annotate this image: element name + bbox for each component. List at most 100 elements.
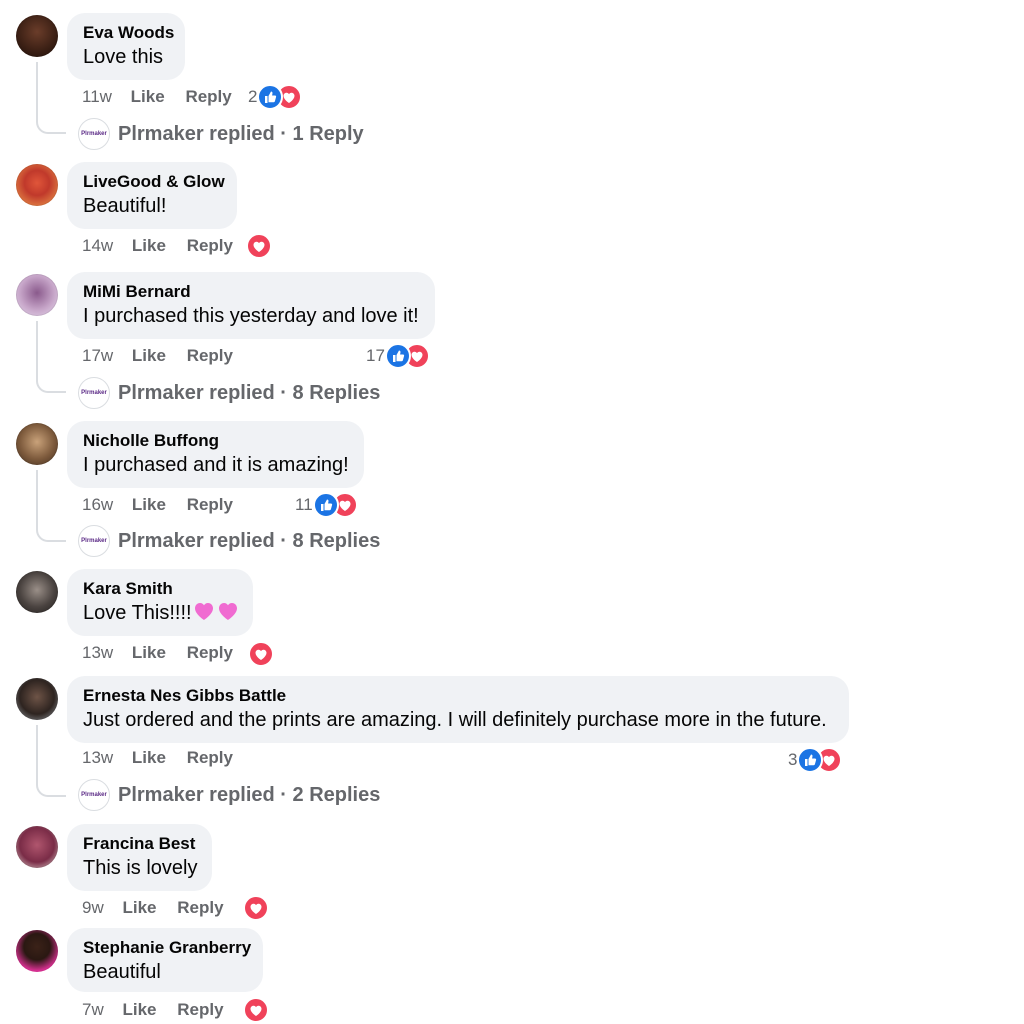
heart-icon	[243, 895, 269, 921]
commenter-name[interactable]: Stephanie Granberry	[83, 937, 251, 959]
commenter-name[interactable]: Eva Woods	[83, 22, 174, 44]
comment-text: Love This!!!!	[83, 602, 192, 624]
replier-avatar: Plrmaker	[78, 377, 110, 409]
comment-actions: 17w Like Reply	[82, 345, 249, 367]
like-button[interactable]: Like	[122, 897, 156, 919]
comment-time[interactable]: 13w	[82, 642, 113, 664]
reaction-count: 3	[788, 750, 798, 769]
reply-button[interactable]: Reply	[187, 345, 233, 367]
commenter-name[interactable]: LiveGood & Glow	[83, 171, 225, 193]
reply-button[interactable]: Reply	[187, 642, 233, 664]
comment-actions: 7w Like Reply	[82, 999, 240, 1021]
comment-actions: 16w Like Reply	[82, 494, 249, 516]
replies-link[interactable]: Plrmaker Plrmaker replied · 8 Replies	[78, 525, 380, 557]
replies-link[interactable]: Plrmaker Plrmaker replied · 2 Replies	[78, 779, 380, 811]
commenter-name[interactable]: Nicholle Buffong	[83, 430, 348, 452]
like-button[interactable]: Like	[132, 345, 166, 367]
comment-bubble: Kara Smith Love This!!!!	[67, 569, 253, 636]
avatar[interactable]	[16, 571, 58, 613]
avatar[interactable]	[16, 15, 58, 57]
like-button[interactable]: Like	[131, 86, 165, 108]
avatar[interactable]	[16, 930, 58, 972]
comment-bubble: Stephanie Granberry Beautiful	[67, 928, 263, 992]
reply-button[interactable]: Reply	[187, 235, 233, 257]
thumbs-up-icon	[257, 84, 284, 110]
reaction-summary[interactable]: 2	[248, 84, 303, 110]
avatar[interactable]	[16, 164, 58, 206]
like-button[interactable]: Like	[122, 999, 156, 1021]
reply-button[interactable]: Reply	[185, 86, 231, 108]
reply-button[interactable]: Reply	[177, 897, 223, 919]
avatar[interactable]	[16, 678, 58, 720]
replies-text[interactable]: Plrmaker replied · 8 Replies	[118, 530, 380, 553]
comment-text: This is lovely	[83, 857, 198, 879]
comment-actions: 9w Like Reply	[82, 897, 240, 919]
replies-link[interactable]: Plrmaker Plrmaker replied · 1 Reply	[78, 118, 364, 150]
reaction-summary[interactable]	[246, 233, 272, 259]
comment-time[interactable]: 14w	[82, 235, 113, 257]
comment-actions: 14w Like Reply	[82, 235, 249, 257]
like-button[interactable]: Like	[132, 235, 166, 257]
replier-avatar: Plrmaker	[78, 779, 110, 811]
comment-time[interactable]: 16w	[82, 494, 113, 516]
thumbs-up-icon	[384, 343, 411, 369]
commenter-name[interactable]: Ernesta Nes Gibbs Battle	[83, 685, 833, 707]
comment-time[interactable]: 7w	[82, 999, 104, 1021]
thread-connector	[36, 321, 66, 393]
pink-hearts-emoji	[192, 600, 240, 626]
comment-actions: 11w Like Reply	[82, 86, 248, 108]
replies-text[interactable]: Plrmaker replied · 8 Replies	[118, 382, 380, 405]
thread-connector	[36, 470, 66, 542]
heart-icon	[246, 233, 272, 259]
comment-text: I purchased and it is amazing!	[83, 454, 349, 476]
avatar[interactable]	[16, 826, 58, 868]
thumbs-up-icon	[797, 747, 824, 773]
reaction-count: 17	[366, 346, 385, 365]
reaction-count: 11	[295, 495, 313, 514]
replies-text[interactable]: Plrmaker replied · 2 Replies	[118, 784, 380, 807]
reaction-summary[interactable]: 17	[366, 343, 430, 369]
comment-time[interactable]: 11w	[82, 86, 112, 108]
comment-actions: 13w Like Reply	[82, 747, 249, 769]
reaction-summary[interactable]	[243, 997, 269, 1023]
commenter-name[interactable]: Kara Smith	[83, 578, 237, 600]
comment-text: Love this	[83, 46, 164, 68]
comment-text: I purchased this yesterday and love it!	[83, 305, 419, 327]
replies-link[interactable]: Plrmaker Plrmaker replied · 8 Replies	[78, 377, 380, 409]
commenter-name[interactable]: MiMi Bernard	[83, 281, 419, 303]
reaction-count: 2	[248, 87, 258, 106]
like-button[interactable]: Like	[132, 494, 166, 516]
replier-avatar: Plrmaker	[78, 525, 110, 557]
like-button[interactable]: Like	[132, 642, 166, 664]
comment-bubble: MiMi Bernard I purchased this yesterday …	[67, 272, 435, 339]
thread-connector	[36, 725, 66, 797]
reaction-summary[interactable]: 11	[295, 492, 358, 518]
comment-time[interactable]: 17w	[82, 345, 113, 367]
heart-icon	[248, 641, 274, 667]
comment-time[interactable]: 9w	[82, 897, 104, 919]
reaction-summary[interactable]	[248, 641, 274, 667]
heart-icon	[243, 997, 269, 1023]
comment-bubble: Nicholle Buffong I purchased and it is a…	[67, 421, 364, 488]
avatar[interactable]	[16, 423, 58, 465]
replies-text[interactable]: Plrmaker replied · 1 Reply	[118, 123, 364, 146]
reply-button[interactable]: Reply	[177, 999, 223, 1021]
comment-bubble: LiveGood & Glow Beautiful!	[67, 162, 237, 229]
like-button[interactable]: Like	[132, 747, 166, 769]
comment-bubble: Francina Best This is lovely	[67, 824, 212, 891]
reaction-summary[interactable]	[243, 895, 269, 921]
thumbs-up-icon	[312, 492, 339, 518]
reply-button[interactable]: Reply	[187, 747, 233, 769]
comment-text-row: Love This!!!!	[83, 600, 237, 626]
comment-text: Beautiful!	[83, 195, 167, 217]
avatar[interactable]	[16, 274, 58, 316]
comment-bubble: Eva Woods Love this	[67, 13, 185, 80]
comment-text: Beautiful	[83, 961, 161, 983]
comment-time[interactable]: 13w	[82, 747, 113, 769]
commenter-name[interactable]: Francina Best	[83, 833, 196, 855]
replier-avatar: Plrmaker	[78, 118, 110, 150]
comment-bubble: Ernesta Nes Gibbs Battle Just ordered an…	[67, 676, 849, 743]
comment-text: Just ordered and the prints are amazing.…	[83, 709, 827, 731]
reaction-summary[interactable]: 3	[788, 747, 843, 773]
reply-button[interactable]: Reply	[187, 494, 233, 516]
